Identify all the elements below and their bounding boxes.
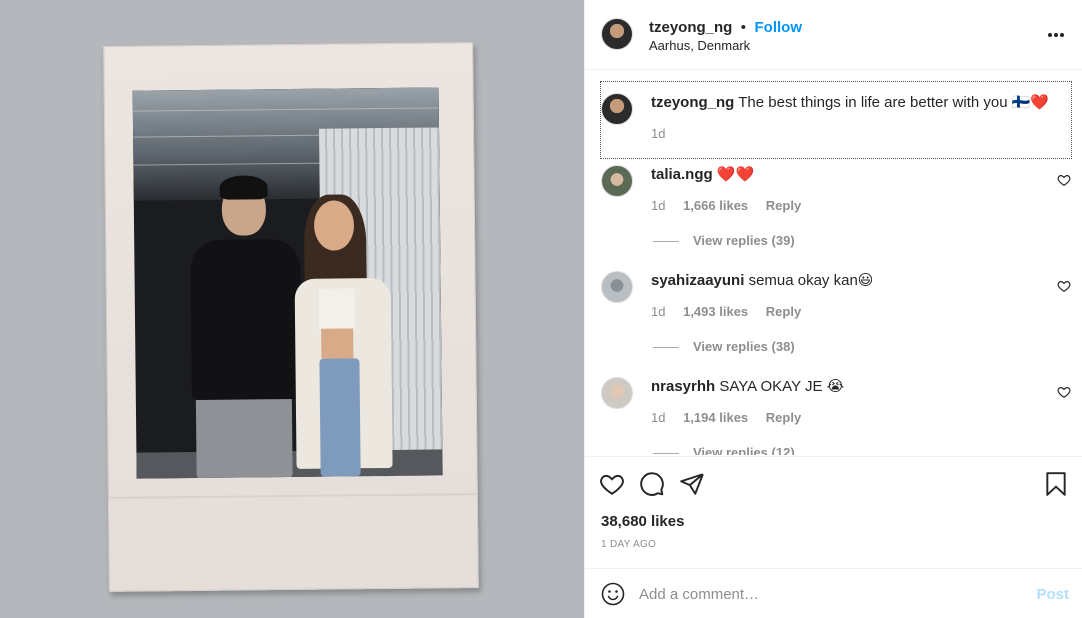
location-link[interactable]: Aarhus, Denmark [649,38,750,53]
comment-avatar[interactable] [601,165,633,197]
comment-text: SAYA OKAY JE 😭 [719,378,845,395]
instagram-post: tzeyong_ng • Follow Aarhus, Denmark tzey… [0,0,1082,618]
author-username[interactable]: tzeyong_ng [649,19,732,36]
follow-button[interactable]: Follow [755,19,803,36]
man-hair [219,175,268,200]
woman-head [313,200,355,251]
comments-list[interactable]: tzeyong_ng The best things in life are b… [585,71,1082,455]
comment-like-icon[interactable] [1057,385,1071,399]
caption-time[interactable]: 1d [651,126,665,141]
post-button[interactable]: Post [1036,586,1069,603]
comment-input[interactable] [639,583,1009,605]
comment-username[interactable]: syahizaayuni [651,272,744,289]
bookmark-icon[interactable] [1043,471,1069,497]
paper-plane-icon[interactable] [679,471,705,497]
caption-avatar[interactable] [601,93,633,125]
woman-jeans [319,358,361,477]
comment-username[interactable]: nrasyrhh [651,378,715,395]
post-header: tzeyong_ng • Follow Aarhus, Denmark [585,0,1082,70]
man-legs [195,393,293,479]
comment-text: semua okay kan😃 [748,272,874,289]
post-image[interactable] [0,0,584,618]
reply-button[interactable]: Reply [766,198,801,213]
comment-avatar[interactable] [601,377,633,409]
comment-like-icon[interactable] [1057,173,1071,187]
comment-text: ❤️❤️ [716,166,755,183]
comment-like-icon[interactable] [1057,279,1071,293]
reply-button[interactable]: Reply [766,304,801,319]
comment-time[interactable]: 1d [651,410,665,425]
heart-icon[interactable] [599,471,625,497]
likes-count[interactable]: 38,680 likes [601,513,684,530]
view-replies-button[interactable]: View replies (39) [653,233,795,248]
comment-avatar[interactable] [601,271,633,303]
caption: tzeyong_ng The best things in life are b… [600,81,1072,159]
comment-likes[interactable]: 1,194 likes [683,410,748,425]
comment-time[interactable]: 1d [651,304,665,319]
post-sidebar: tzeyong_ng • Follow Aarhus, Denmark tzey… [584,0,1082,618]
post-actions: 38,680 likes 1 DAY AGO [585,456,1082,568]
caption-text: The best things in life are better with … [738,94,1050,111]
post-age[interactable]: 1 DAY AGO [601,539,656,550]
comment-likes[interactable]: 1,666 likes [683,198,748,213]
comment-likes[interactable]: 1,493 likes [683,304,748,319]
comment-icon[interactable] [639,471,665,497]
separator-dot: • [740,19,747,36]
add-comment-bar: Post [585,568,1082,618]
view-replies-button[interactable]: View replies (38) [653,339,795,354]
polaroid-photo [103,42,479,592]
author-avatar[interactable] [601,18,633,50]
reply-button[interactable]: Reply [766,410,801,425]
polaroid-picture [132,87,443,479]
man-body [190,238,302,401]
polaroid-strip [108,493,477,499]
comment-username[interactable]: talia.ngg [651,166,713,183]
view-replies-button[interactable]: View replies (12) [653,445,795,455]
comment-time[interactable]: 1d [651,198,665,213]
woman-midriff [321,328,354,359]
more-options-icon[interactable] [1047,22,1065,43]
emoji-icon[interactable] [601,582,625,606]
woman-top [318,288,356,329]
caption-username[interactable]: tzeyong_ng [651,94,734,111]
